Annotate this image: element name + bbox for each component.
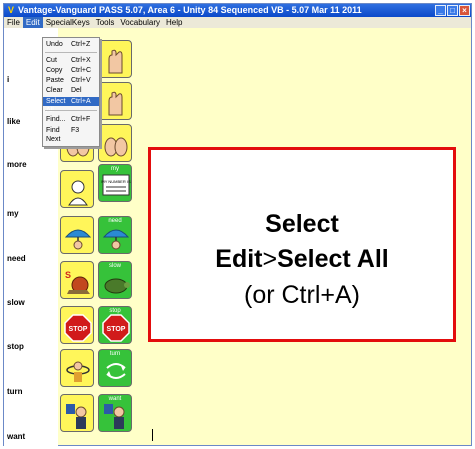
menu-specialkeys[interactable]: SpecialKeys xyxy=(43,17,93,28)
word-want[interactable]: want xyxy=(7,432,25,441)
edit-menu-dropdown: Undo Ctrl+Z Cut Ctrl+X Copy Ctrl+C Paste Ctr… xyxy=(42,37,100,147)
person-reaching-icon xyxy=(66,404,87,429)
menu-item-shortcut: Ctrl+X xyxy=(71,57,91,64)
menu-item-undo[interactable]: Undo Ctrl+Z xyxy=(43,40,99,49)
tile-snail[interactable]: S xyxy=(60,261,94,299)
tile-want-right[interactable]: want xyxy=(98,394,132,432)
tile-hand-4[interactable] xyxy=(98,40,132,78)
hand-icon xyxy=(108,49,123,74)
menu-item-find-next[interactable]: Find Next F3 xyxy=(43,126,99,143)
menu-edit[interactable]: Edit xyxy=(22,17,43,28)
menu-item-label: Paste xyxy=(46,77,64,84)
stop-sign-icon: STOP xyxy=(102,314,130,342)
word-i[interactable]: i xyxy=(7,75,9,84)
menu-bar: File Edit SpecialKeys Tools Vocabulary H… xyxy=(4,17,471,28)
umbrella-icon xyxy=(102,229,130,250)
menu-item-shortcut: F3 xyxy=(71,127,80,134)
menu-item-find[interactable]: Find... Ctrl+F xyxy=(43,115,99,124)
snail-icon: S xyxy=(65,270,90,294)
tile-umbrella[interactable] xyxy=(60,216,94,254)
tile-hands-2[interactable] xyxy=(98,124,132,162)
stop-sign-text-left: STOP xyxy=(69,326,88,333)
menu-item-label: Copy xyxy=(46,67,63,74)
window-controls: _ □ × xyxy=(435,5,470,16)
turn-arrows-icon xyxy=(106,363,126,379)
menu-item-label: Cut xyxy=(46,57,57,64)
snail-letter: S xyxy=(65,270,71,280)
minimize-icon[interactable]: _ xyxy=(435,5,446,16)
tile-person[interactable] xyxy=(60,170,94,208)
menu-item-paste[interactable]: Paste Ctrl+V xyxy=(43,76,99,85)
person-icon xyxy=(68,180,88,206)
stop-sign-text-right: STOP xyxy=(107,326,126,333)
maximize-icon[interactable]: □ xyxy=(447,5,458,16)
tile-turn-right[interactable]: turn xyxy=(98,349,132,387)
spin-icon xyxy=(66,361,90,382)
tile-want[interactable] xyxy=(60,394,94,432)
title-bar[interactable]: V Vantage-Vanguard PASS 5.07, Area 6 - Un… xyxy=(4,4,471,17)
instruction-callout: Select Edit>Select All (or Ctrl+A) xyxy=(148,147,456,342)
tile-hand-3[interactable] xyxy=(98,82,132,120)
card-icon: MY NUMBER IS xyxy=(101,174,131,196)
menu-vocabulary[interactable]: Vocabulary xyxy=(117,17,163,28)
menu-help[interactable]: Help xyxy=(163,17,185,28)
menu-item-shortcut: Del xyxy=(71,87,82,94)
callout-select-all: Select All xyxy=(277,245,389,273)
menu-item-shortcut: Ctrl+V xyxy=(71,77,91,84)
menu-item-label: Select All xyxy=(46,98,66,114)
card-text: MY NUMBER IS xyxy=(101,179,131,184)
turtle-icon xyxy=(104,278,130,294)
callout-instruction: Edit>Select All xyxy=(151,245,453,274)
text-cursor xyxy=(152,429,153,441)
menu-file[interactable]: File xyxy=(4,17,23,28)
umbrella-icon xyxy=(64,229,92,250)
tile-stop[interactable]: stop STOP xyxy=(98,306,132,344)
hand-icon xyxy=(108,91,123,116)
menu-item-copy[interactable]: Copy Ctrl+C xyxy=(43,66,99,75)
menu-item-shortcut: Ctrl+A xyxy=(71,98,91,105)
menu-item-cut[interactable]: Cut Ctrl+X xyxy=(43,56,99,65)
word-slow[interactable]: slow xyxy=(7,298,25,307)
menu-item-shortcut: Ctrl+F xyxy=(71,116,91,123)
menu-item-shortcut: Ctrl+Z xyxy=(71,41,91,48)
stop-sign-icon: STOP xyxy=(64,314,92,342)
menu-item-label: Undo xyxy=(46,41,63,48)
close-icon[interactable]: × xyxy=(459,5,470,16)
menu-divider xyxy=(45,52,97,53)
word-need[interactable]: need xyxy=(7,254,26,263)
word-my[interactable]: my xyxy=(7,209,19,218)
callout-arrow: > xyxy=(262,245,278,273)
tile-need[interactable]: need xyxy=(98,216,132,254)
tile-stop-sign[interactable]: STOP xyxy=(60,306,94,344)
menu-divider xyxy=(45,110,97,111)
person-reaching-icon xyxy=(104,404,125,429)
menu-tools[interactable]: Tools xyxy=(93,17,118,28)
word-turn[interactable]: turn xyxy=(7,387,23,396)
callout-shortcut: (or Ctrl+A) xyxy=(244,281,360,309)
tile-slow[interactable]: slow xyxy=(98,261,132,299)
menu-item-label: Clear xyxy=(46,87,63,94)
word-like[interactable]: like xyxy=(7,117,20,126)
callout-edit: Edit xyxy=(215,245,263,273)
word-more[interactable]: more xyxy=(7,160,27,169)
hands-icon xyxy=(104,137,128,157)
tile-my[interactable]: my MY NUMBER IS xyxy=(98,164,132,202)
menu-item-label: Find Next xyxy=(46,127,61,143)
menu-item-select-all[interactable]: Select All Ctrl+A xyxy=(43,97,99,114)
menu-item-shortcut: Ctrl+C xyxy=(71,67,92,74)
word-stop[interactable]: stop xyxy=(7,342,24,351)
menu-item-clear[interactable]: Clear Del xyxy=(43,86,99,95)
callout-title: Select xyxy=(265,210,339,238)
app-icon: V xyxy=(7,5,14,15)
window-title: Vantage-Vanguard PASS 5.07, Area 6 - Uni… xyxy=(18,5,362,15)
tile-turn[interactable] xyxy=(60,349,94,387)
menu-item-label: Find... xyxy=(46,116,66,123)
